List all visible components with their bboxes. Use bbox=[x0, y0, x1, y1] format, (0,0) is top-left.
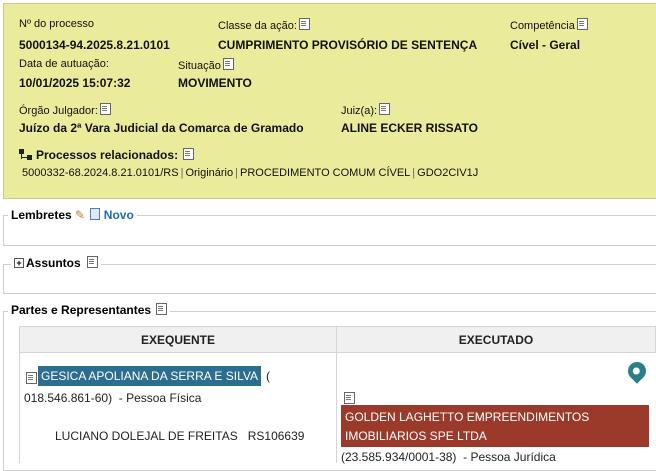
assuntos-legend: + Assuntos bbox=[11, 256, 101, 270]
advogado-row: LUCIANO DOLEJAL DE FREITAS RS106639 bbox=[55, 429, 304, 443]
processo-label: Nº do processo bbox=[19, 18, 94, 30]
copy-icon[interactable] bbox=[156, 303, 168, 315]
orgao-value: Juízo da 2ª Vara Judicial da Comarca de … bbox=[19, 121, 304, 135]
processo-number: 5000134-94.2025.8.21.0101 bbox=[19, 38, 170, 52]
related-process-row: 5000332-68.2024.8.21.0101/RS | Originário |… bbox=[22, 167, 479, 179]
situacao-label: Situação bbox=[178, 58, 234, 72]
executado-doc-row: (23.585.934/0001-38) - Pessoa Jurídica bbox=[341, 450, 556, 464]
tree-icon bbox=[19, 149, 33, 160]
copy-icon[interactable] bbox=[298, 18, 310, 30]
table-border bbox=[336, 353, 337, 463]
competencia-value: Cível - Geral bbox=[510, 38, 581, 52]
exequente-name[interactable]: GESICA APOLIANA DA SERRA E SILVA bbox=[38, 366, 261, 386]
copy-icon[interactable] bbox=[576, 18, 588, 30]
juiz-label: Juiz(a): bbox=[341, 103, 391, 117]
relacionados-heading: Processos relacionados: bbox=[19, 148, 195, 162]
classe-label: Classe da ação: bbox=[218, 18, 310, 32]
pencil-icon[interactable]: ✎ bbox=[75, 208, 85, 222]
exequente-doc-row: 018.546.861-60) - Pessoa Física bbox=[24, 391, 202, 405]
competencia-label: Competência bbox=[510, 18, 588, 32]
copy-icon[interactable] bbox=[344, 392, 355, 404]
table-border bbox=[19, 353, 20, 463]
copy-icon[interactable] bbox=[26, 372, 37, 384]
situacao-value: MOVIMENTO bbox=[178, 76, 252, 90]
advogado-name[interactable]: LUCIANO DOLEJAL DE FREITAS bbox=[55, 429, 238, 443]
executado-name[interactable]: GOLDEN LAGHETTO EMPREENDIMENTOS IMOBILIA… bbox=[341, 405, 649, 447]
copy-icon[interactable] bbox=[183, 148, 195, 160]
copy-icon[interactable] bbox=[99, 103, 111, 115]
orgao-label: Órgão Julgador: bbox=[19, 103, 111, 117]
copy-icon[interactable] bbox=[222, 58, 234, 70]
autuacao-value: 10/01/2025 15:07:32 bbox=[19, 76, 131, 90]
copy-icon[interactable] bbox=[379, 103, 391, 115]
classe-value: CUMPRIMENTO PROVISÓRIO DE SENTENÇA bbox=[218, 38, 478, 52]
col-exequente: EXEQUENTE bbox=[19, 326, 337, 353]
exequente-paren: ( bbox=[266, 369, 270, 383]
copy-icon[interactable] bbox=[86, 256, 98, 268]
new-doc-icon[interactable] bbox=[90, 208, 101, 220]
autuacao-label: Data de autuação: bbox=[19, 58, 109, 70]
col-executado: EXECUTADO bbox=[336, 326, 656, 353]
lembretes-legend: Lembretes ✎ Novo bbox=[8, 208, 137, 222]
expand-toggle-icon[interactable]: + bbox=[14, 258, 24, 268]
novo-lembrete-link[interactable]: Novo bbox=[104, 208, 134, 222]
related-process-link[interactable]: 5000332-68.2024.8.21.0101/RS bbox=[22, 167, 179, 179]
partes-legend: Partes e Representantes bbox=[8, 303, 171, 317]
juiz-value: ALINE ECKER RISSATO bbox=[341, 121, 478, 135]
assuntos-section bbox=[3, 264, 656, 294]
oab-number: RS106639 bbox=[247, 429, 305, 443]
